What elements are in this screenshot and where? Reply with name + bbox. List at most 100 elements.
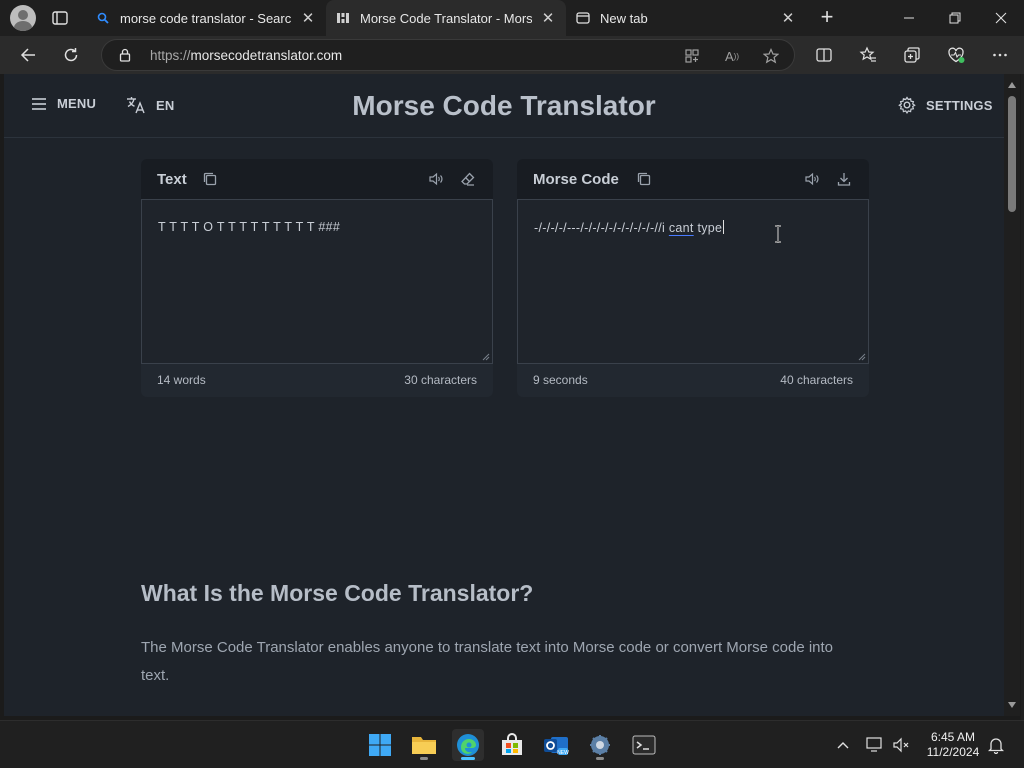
tab-search[interactable]: morse code translator - Search ✕ [86,0,326,36]
settings-button[interactable]: SETTINGS [898,96,993,114]
windows-logo-icon [369,734,391,756]
settings-label: SETTINGS [926,97,993,113]
settings-app-button[interactable] [584,729,616,761]
text-panel-footer: 14 words 30 characters [141,364,493,397]
favorite-star-icon[interactable] [761,46,781,66]
tab-morse-translator[interactable]: Morse Code Translator - Morse Decoder ✕ [326,0,566,36]
url-host: morsecodetranslator.com [190,48,343,63]
copy-icon[interactable] [202,171,218,187]
page-scrollbar[interactable] [1004,74,1020,716]
resize-grip-icon[interactable] [858,353,866,361]
collections-icon[interactable] [898,41,926,69]
chevron-up-icon [837,742,849,749]
morse-text-suffix: type [693,221,723,235]
morse-text-prefix: -/-/-/-/---/-/-/-/-/-/-/-/-/-//i [534,221,669,235]
back-icon[interactable] [14,41,42,69]
tab-title: morse code translator - Search [120,10,292,26]
article-heading: What Is the Morse Code Translator? [141,580,534,606]
svg-text:NEW: NEW [557,750,569,756]
text-input-value: T T T T O T T T T T T T T T ### [158,220,341,234]
profile-avatar-icon[interactable] [10,5,36,31]
url-text[interactable]: https://morsecodetranslator.com [150,48,342,63]
morse-panel: Morse Code -/-/-/-/---/-/-/-/-/-/-/-/-/-… [517,159,869,397]
edge-button[interactable] [452,729,484,761]
text-caret [723,220,725,234]
morse-input-area[interactable]: -/-/-/-/---/-/-/-/-/-/-/-/-/-//i cant ty… [517,199,869,364]
word-count: 14 words [157,373,206,387]
clock-time: 6:45 AM [930,730,976,744]
running-indicator [420,757,428,760]
site-header: MENU EN Morse Code Translator SETTINGS [4,74,1004,138]
start-button[interactable] [364,729,396,761]
morse-panel-header: Morse Code [517,159,869,199]
lock-icon[interactable] [118,48,132,62]
network-icon [866,737,882,752]
address-bar[interactable]: https://morsecodetranslator.com A)) [101,39,795,71]
close-tab-icon[interactable]: ✕ [540,9,556,27]
morse-site-icon [336,11,350,25]
close-tab-icon[interactable]: ✕ [300,9,316,27]
text-panel-header: Text [141,159,493,199]
favorites-icon[interactable] [854,41,882,69]
gear-icon [898,96,916,114]
duration-readout: 9 seconds [533,373,588,387]
outlook-button[interactable]: NEW [540,729,572,761]
eraser-icon[interactable] [460,171,476,187]
restore-icon[interactable] [932,0,978,36]
refresh-icon[interactable] [57,41,85,69]
scroll-down-icon[interactable] [1008,702,1016,708]
folder-icon [412,737,436,754]
volume-status[interactable] [892,721,912,768]
browser-tab-strip: morse code translator - Search ✕ Morse C… [0,0,1024,36]
read-aloud-icon[interactable]: A)) [722,46,742,66]
speaker-icon[interactable] [428,171,444,187]
minimize-icon[interactable] [886,0,932,36]
url-protocol: https:// [150,48,191,63]
store-icon [502,733,522,755]
character-count: 30 characters [404,373,477,387]
notifications-button[interactable] [988,721,1004,768]
settings-gear-icon [590,735,610,755]
running-indicator [461,757,475,760]
split-screen-icon[interactable] [810,41,838,69]
tab-actions-icon[interactable] [50,8,70,28]
app-available-icon[interactable] [682,46,702,66]
site-title[interactable]: Morse Code Translator [4,90,1004,122]
tab-new-tab[interactable]: New tab ✕ [566,0,806,36]
outlook-icon: NEW [544,737,569,756]
speaker-icon[interactable] [804,171,820,187]
taskbar-clock[interactable]: 6:45 AM 11/2/2024 [918,730,988,760]
screen: morse code translator - Search ✕ Morse C… [0,0,1024,768]
close-window-icon[interactable] [978,0,1024,36]
more-options-icon[interactable] [986,41,1014,69]
i-beam-cursor-icon [775,225,781,243]
scroll-thumb[interactable] [1008,96,1016,212]
running-indicator [596,757,604,760]
tab-title: New tab [600,10,648,26]
download-icon[interactable] [836,171,852,187]
text-input-area[interactable]: T T T T O T T T T T T T T T ### [141,199,493,364]
tab-title: Morse Code Translator - Morse Decoder [360,10,532,26]
morse-panel-title: Morse Code [533,171,619,188]
close-tab-icon[interactable]: ✕ [780,9,796,27]
resize-grip-icon[interactable] [482,353,490,361]
copy-icon[interactable] [636,171,652,187]
scroll-up-icon[interactable] [1008,82,1016,88]
misspelled-word: cant [668,221,694,235]
web-page: MENU EN Morse Code Translator SETTINGS T… [4,74,1004,716]
search-icon [96,11,110,25]
bell-icon [988,738,1004,754]
browser-toolbar: https://morsecodetranslator.com A)) [0,36,1024,74]
volume-muted-icon [893,737,909,753]
terminal-button[interactable] [628,729,660,761]
morse-panel-footer: 9 seconds 40 characters [517,364,869,397]
show-hidden-icons[interactable] [836,721,850,768]
text-panel: Text T T T T O T T T T T T T T T ### 14 … [141,159,493,397]
browser-essentials-icon[interactable] [942,41,970,69]
windows-taskbar: NEW 6:45 AM 11/2/2024 [0,720,1024,768]
network-status[interactable] [866,721,886,768]
morse-input-value: -/-/-/-/---/-/-/-/-/-/-/-/-/-//i cant ty… [534,220,725,235]
file-explorer-button[interactable] [408,729,440,761]
store-button[interactable] [496,729,528,761]
new-tab-button[interactable]: + [815,6,839,30]
